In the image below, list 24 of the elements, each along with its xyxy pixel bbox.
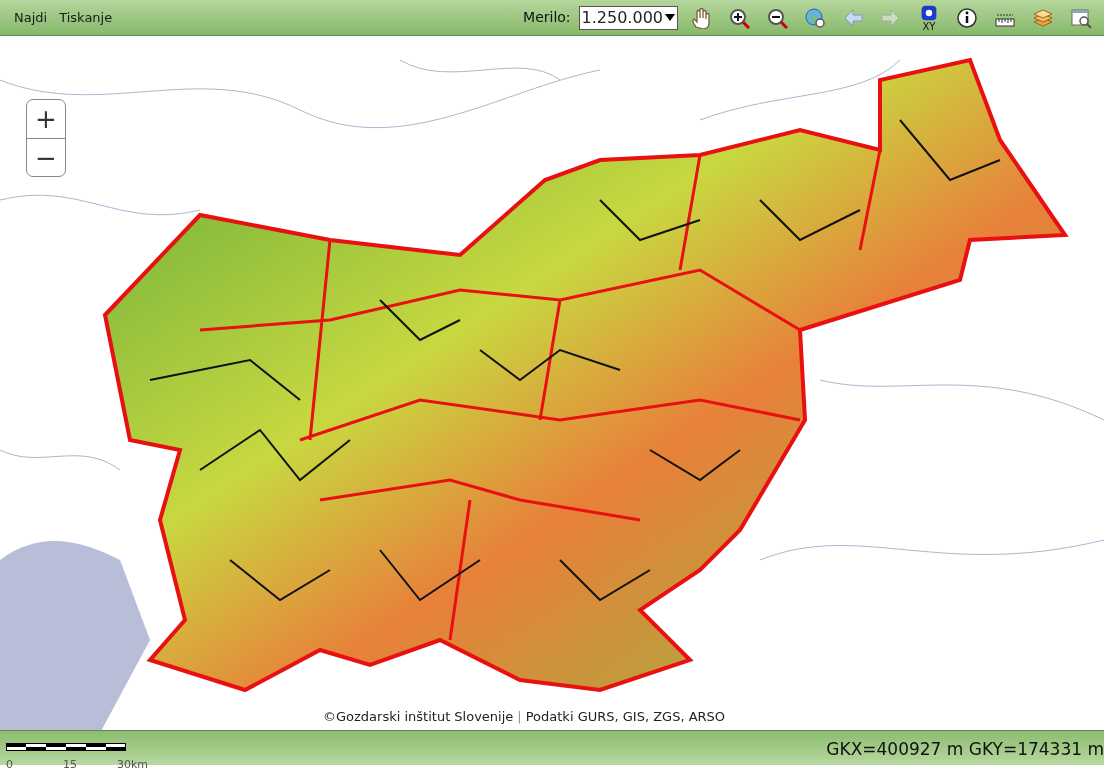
scale-value: 1.250.000 <box>581 6 663 29</box>
scale-select[interactable]: 1.250.000 <box>578 5 678 30</box>
zoom-out-icon <box>766 6 788 29</box>
zoom-out-button[interactable]: − <box>27 138 65 176</box>
zoom-in-button[interactable]: + <box>27 100 65 138</box>
globe-icon <box>804 6 826 29</box>
menu-item[interactable]: Tiskanje <box>53 7 119 28</box>
target-icon <box>920 3 938 22</box>
data-sources-text: Podatki GURS, GIS, ZGS, ARSO <box>525 707 726 726</box>
info-icon <box>956 6 978 29</box>
scale-bar-icon <box>6 742 126 751</box>
copyright-text: ©Gozdarski inštitut Slovenije <box>323 707 514 726</box>
coordinates-readout: GKX=400927 m GKY=174331 m <box>826 738 1104 761</box>
zoom-in-icon <box>728 6 750 29</box>
hand-icon <box>690 6 712 29</box>
scale-bar-label: 15 <box>63 758 77 768</box>
separator: | <box>517 707 522 726</box>
scale-bar-label: 0 <box>6 758 13 768</box>
dropdown-arrow-icon <box>665 13 675 22</box>
menu-item[interactable]: Najdi <box>8 7 54 28</box>
window-search-icon <box>1070 6 1092 29</box>
scale-bar-label: 30km <box>117 758 149 768</box>
scale-label: Merilo: <box>523 8 571 27</box>
coordinates-button[interactable]: XY <box>914 2 944 33</box>
